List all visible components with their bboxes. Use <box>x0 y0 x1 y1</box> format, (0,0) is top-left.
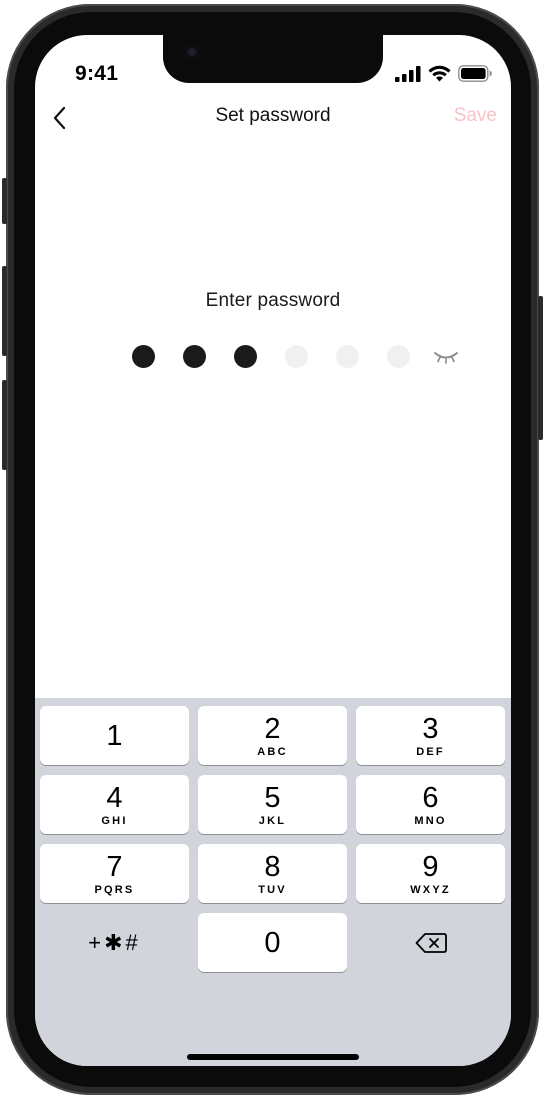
page-title: Set password <box>215 105 331 126</box>
volume-down-button <box>2 380 7 470</box>
key-2[interactable]: 2 ABC <box>198 706 347 765</box>
password-dot-empty <box>387 345 410 368</box>
key-number: 5 <box>264 781 281 814</box>
volume-up-button <box>2 266 7 356</box>
key-9[interactable]: 9 WXYZ <box>356 844 505 903</box>
front-camera <box>185 45 199 59</box>
key-letters: PQRS <box>94 883 135 896</box>
battery-icon <box>458 65 492 82</box>
key-7[interactable]: 7 PQRS <box>40 844 189 903</box>
key-number: 9 <box>422 850 439 883</box>
key-letters: MNO <box>414 814 447 827</box>
key-letters: DEF <box>416 745 445 758</box>
key-number: 6 <box>422 781 439 814</box>
backspace-icon <box>415 932 447 953</box>
save-button[interactable]: Save <box>454 105 497 127</box>
status-icons <box>395 65 493 82</box>
password-dots <box>132 345 410 368</box>
key-number: 1 <box>106 719 123 752</box>
password-dot-filled <box>132 345 155 368</box>
symbols-label: +✱# <box>88 929 141 955</box>
status-time: 9:41 <box>75 62 119 85</box>
eye-closed-icon[interactable] <box>433 349 459 365</box>
power-button <box>538 296 543 440</box>
key-number: 7 <box>106 850 123 883</box>
key-6[interactable]: 6 MNO <box>356 775 505 834</box>
numeric-keypad: 1 2 ABC 3 DEF 4 GHI 5 JKL 6 MNO 7 PQRS 8… <box>35 698 511 1066</box>
key-letters: JKL <box>258 814 287 827</box>
key-number: 8 <box>264 850 281 883</box>
key-5[interactable]: 5 JKL <box>198 775 347 834</box>
wifi-icon <box>428 65 451 82</box>
key-letters: TUV <box>258 883 287 896</box>
action-button <box>2 178 7 224</box>
key-number: 0 <box>264 926 281 959</box>
key-number: 3 <box>422 712 439 745</box>
key-8[interactable]: 8 TUV <box>198 844 347 903</box>
symbols-key[interactable]: +✱# <box>40 913 189 972</box>
home-indicator[interactable] <box>187 1054 359 1060</box>
key-letters: WXYZ <box>410 883 451 896</box>
key-4[interactable]: 4 GHI <box>40 775 189 834</box>
screen: 9:41 Set password Save Enter password 1 … <box>35 35 511 1066</box>
key-letters: GHI <box>101 814 128 827</box>
notch <box>163 35 383 83</box>
key-number: 4 <box>106 781 123 814</box>
key-number: 2 <box>264 712 281 745</box>
password-dot-empty <box>336 345 359 368</box>
key-letters: ABC <box>257 745 288 758</box>
password-dot-empty <box>285 345 308 368</box>
key-0[interactable]: 0 <box>198 913 347 972</box>
backspace-key[interactable] <box>356 913 505 972</box>
password-prompt: Enter password <box>205 290 341 311</box>
password-dot-filled <box>234 345 257 368</box>
key-1[interactable]: 1 <box>40 706 189 765</box>
key-3[interactable]: 3 DEF <box>356 706 505 765</box>
signal-icon <box>395 65 421 82</box>
password-dot-filled <box>183 345 206 368</box>
